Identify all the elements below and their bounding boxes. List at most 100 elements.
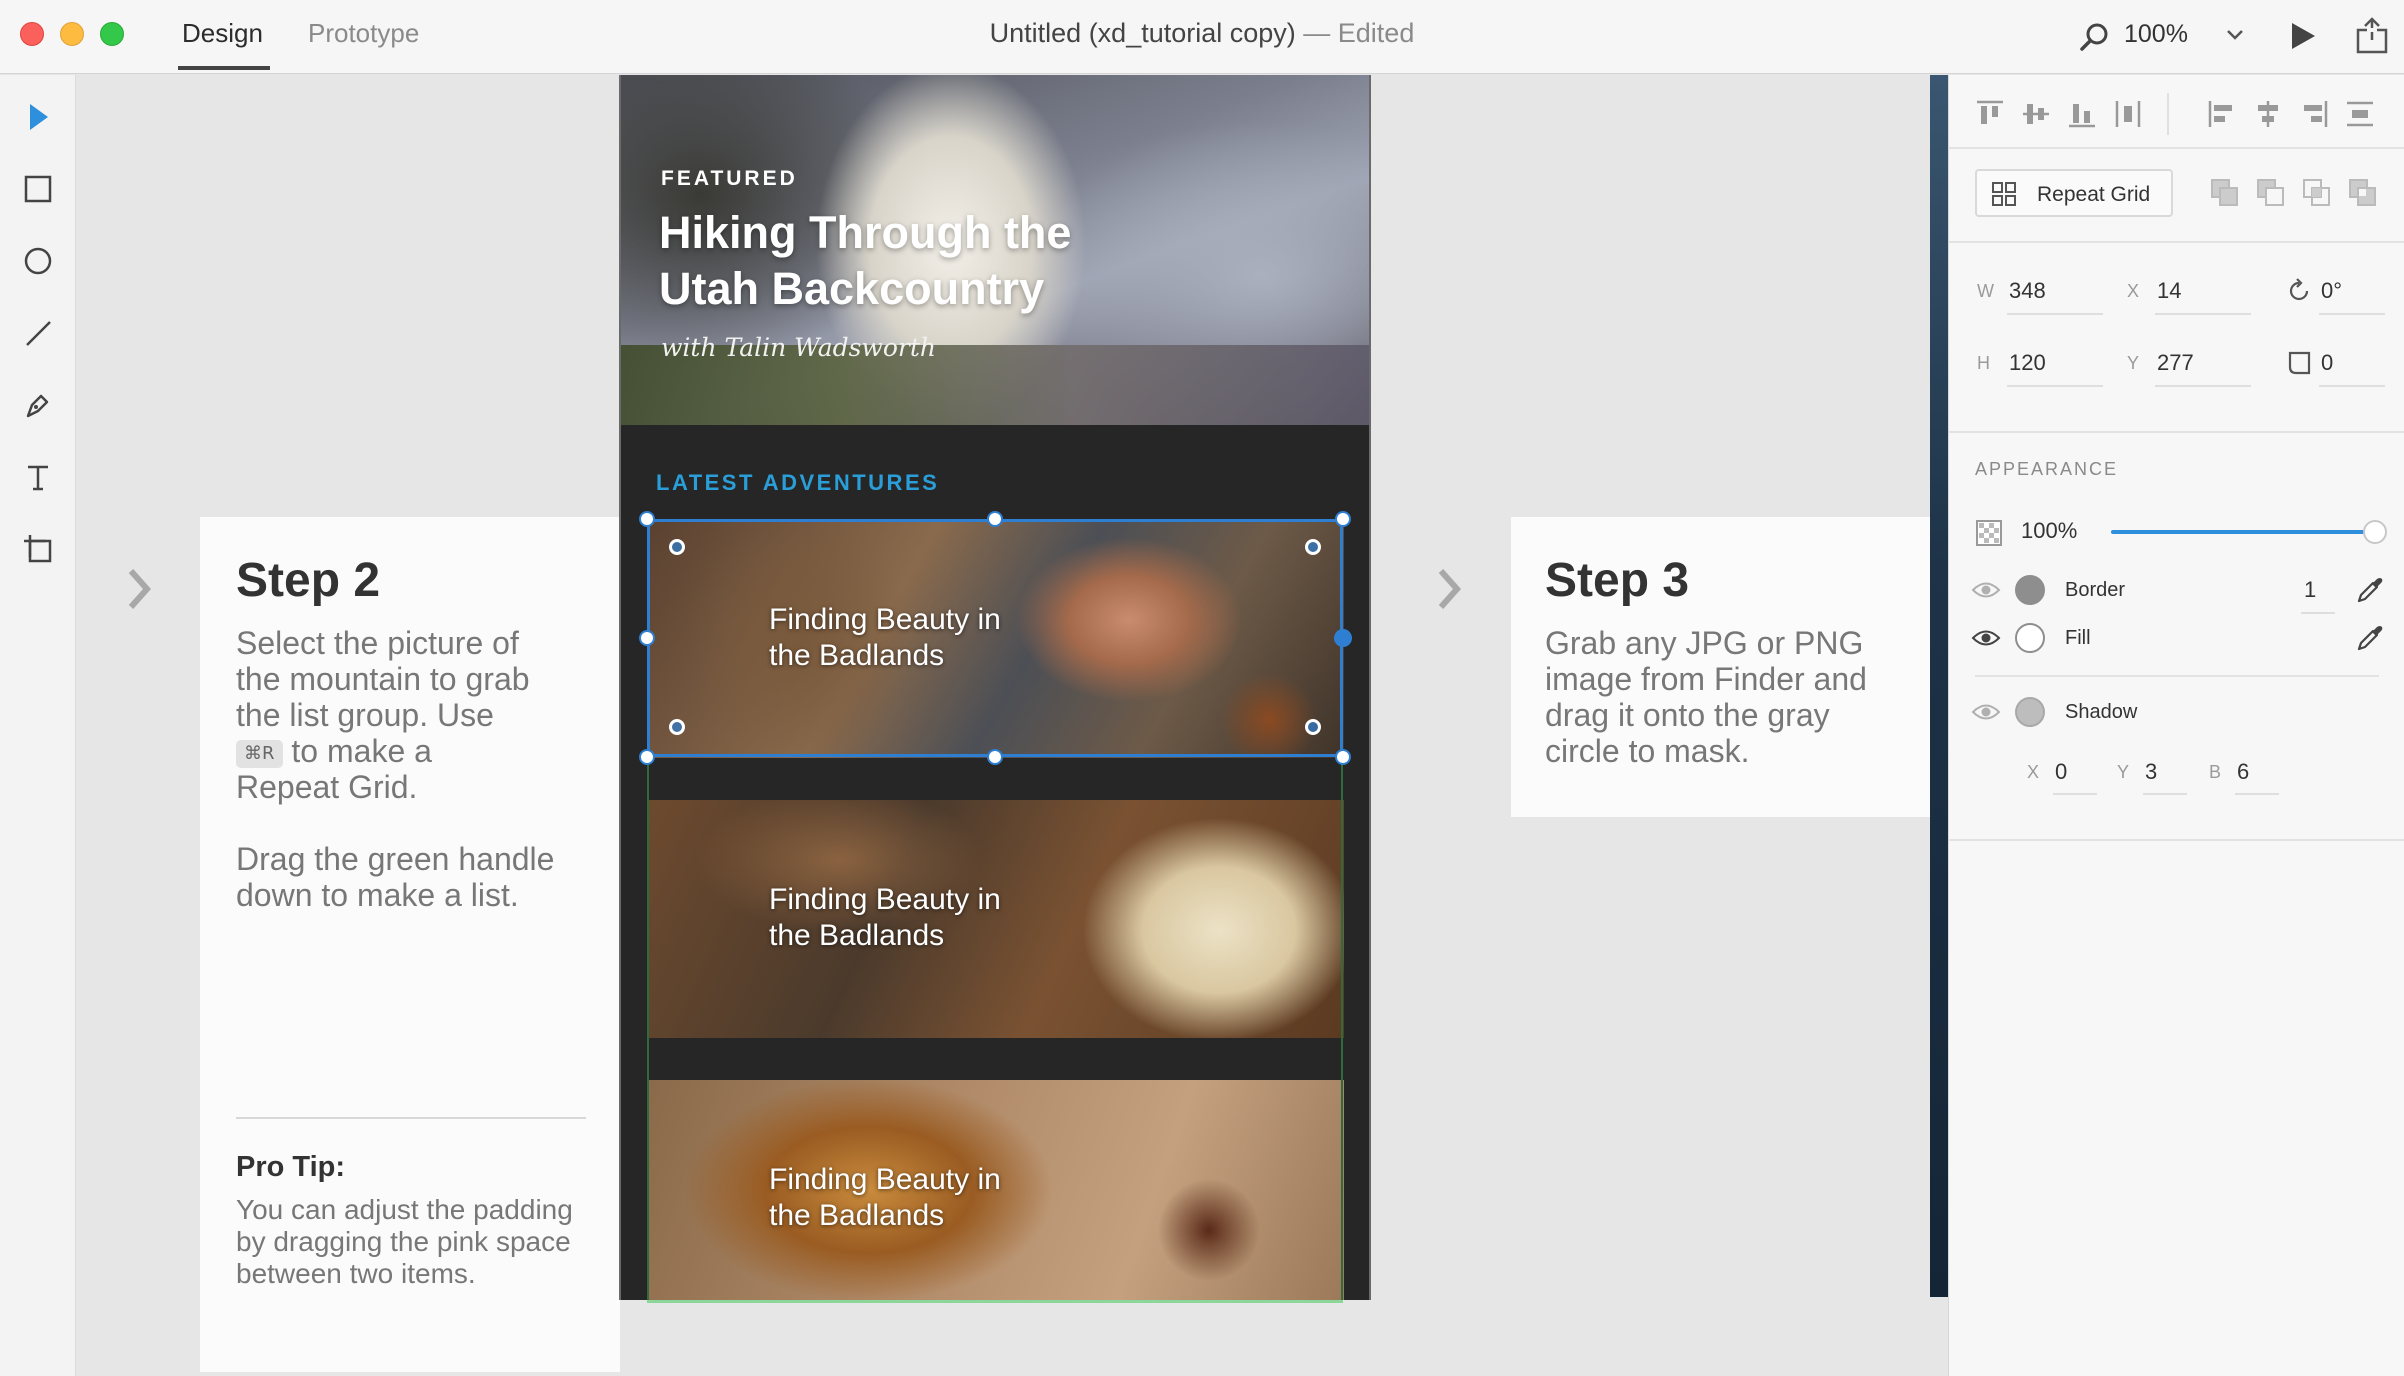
tool-bar xyxy=(0,75,76,1376)
featured-label: FEATURED xyxy=(661,167,798,190)
opacity-icon xyxy=(1976,520,2002,546)
resize-handle[interactable] xyxy=(987,749,1003,765)
corner-radius-icon xyxy=(2288,351,2311,375)
border-width-field[interactable]: 1 xyxy=(2304,577,2316,603)
eyedropper-icon[interactable] xyxy=(2355,575,2385,605)
resize-handle[interactable] xyxy=(639,511,655,527)
step2-card: Step 2 Select the picture of the mountai… xyxy=(200,517,620,1372)
field-underline xyxy=(2155,313,2251,315)
height-label: H xyxy=(1977,353,1990,373)
height-field[interactable]: 120 xyxy=(2009,350,2046,376)
pro-tip-title: Pro Tip: xyxy=(236,1151,346,1183)
align-right-icon[interactable] xyxy=(2297,97,2331,131)
shadow-y-label: Y xyxy=(2117,762,2130,782)
document-name: Untitled (xd_tutorial copy) xyxy=(989,18,1296,48)
shortcut-key: ⌘R xyxy=(236,739,283,768)
shadow-blur-label: B xyxy=(2209,762,2222,782)
document-title: Untitled (xd_tutorial copy) — Edited xyxy=(0,18,2404,49)
rotation-field[interactable]: 0° xyxy=(2321,278,2342,304)
field-underline xyxy=(2143,793,2187,795)
align-middle-icon[interactable] xyxy=(2019,97,2053,131)
boolean-intersect-icon[interactable] xyxy=(2301,177,2333,209)
x-label: X xyxy=(2127,281,2140,301)
eye-icon[interactable] xyxy=(1971,627,2001,649)
zoom-level[interactable]: 100% xyxy=(2124,20,2188,49)
resize-handle[interactable] xyxy=(639,630,655,646)
boolean-exclude-icon[interactable] xyxy=(2347,177,2379,209)
select-tool[interactable] xyxy=(20,99,56,135)
step2-line: Select the picture of xyxy=(236,625,519,661)
pen-tool[interactable] xyxy=(20,387,56,423)
distribute-vertical-icon[interactable] xyxy=(2343,97,2377,131)
eye-icon[interactable] xyxy=(1971,579,2001,601)
boolean-subtract-icon[interactable] xyxy=(2255,177,2287,209)
arrow-pointer-icon xyxy=(30,104,48,130)
chevron-down-icon[interactable] xyxy=(2222,22,2248,48)
pro-tip-body: You can adjust the padding by dragging t… xyxy=(236,1194,573,1289)
corner-radius-handle[interactable] xyxy=(669,539,685,555)
panel-divider xyxy=(1975,675,2379,677)
hero-image[interactable]: FEATURED Hiking Through the Utah Backcou… xyxy=(621,75,1369,425)
canvas[interactable]: Step 2 Select the picture of the mountai… xyxy=(77,75,1953,1376)
chevron-right-icon xyxy=(1438,569,1462,609)
opacity-slider-thumb[interactable] xyxy=(2363,520,2387,544)
field-underline xyxy=(2155,385,2251,387)
align-bottom-icon[interactable] xyxy=(2065,97,2099,131)
border-color-swatch[interactable] xyxy=(2015,575,2045,605)
line-tool[interactable] xyxy=(20,315,56,351)
rectangle-tool[interactable] xyxy=(20,171,56,207)
align-left-icon[interactable] xyxy=(2205,97,2239,131)
step2-title: Step 2 xyxy=(236,554,381,607)
resize-handle[interactable] xyxy=(987,511,1003,527)
corner-radius-field[interactable]: 0 xyxy=(2321,350,2333,376)
align-center-icon[interactable] xyxy=(2251,97,2285,131)
fill-color-swatch[interactable] xyxy=(2015,623,2045,653)
y-label: Y xyxy=(2127,353,2140,373)
x-field[interactable]: 14 xyxy=(2157,278,2181,304)
boolean-add-icon[interactable] xyxy=(2209,177,2241,209)
share-icon[interactable] xyxy=(2354,16,2390,54)
y-field[interactable]: 277 xyxy=(2157,350,2194,376)
field-underline xyxy=(2007,313,2103,315)
selection-box[interactable] xyxy=(647,519,1343,757)
step3-title: Step 3 xyxy=(1545,554,1690,607)
repeat-grid-button[interactable]: Repeat Grid xyxy=(1975,169,2173,217)
distribute-horizontal-icon[interactable] xyxy=(2111,97,2145,131)
shadow-color-swatch[interactable] xyxy=(2015,697,2045,727)
width-field[interactable]: 348 xyxy=(2009,278,2046,304)
hero-subtitle: with Talin Wadsworth xyxy=(661,333,936,362)
step2-line: Drag the green handle xyxy=(236,841,555,877)
play-icon[interactable] xyxy=(2286,20,2318,52)
resize-handle[interactable] xyxy=(1335,749,1351,765)
text-icon xyxy=(28,465,48,491)
shadow-blur-field[interactable]: 6 xyxy=(2237,759,2249,785)
eye-icon[interactable] xyxy=(1971,701,2001,723)
corner-radius-handle[interactable] xyxy=(1305,719,1321,735)
resize-handle[interactable] xyxy=(1334,629,1352,647)
shadow-y-field[interactable]: 3 xyxy=(2145,759,2157,785)
shadow-x-field[interactable]: 0 xyxy=(2055,759,2067,785)
field-underline xyxy=(2319,313,2385,315)
field-underline xyxy=(2301,612,2335,614)
resize-handle[interactable] xyxy=(639,749,655,765)
text-tool[interactable] xyxy=(20,459,56,495)
step3-instructions: Grab any JPG or PNG image from Finder an… xyxy=(1545,625,1867,769)
panel-divider xyxy=(1949,839,2404,841)
opacity-value[interactable]: 100% xyxy=(2021,518,2077,544)
title-bar: Design Prototype Untitled (xd_tutorial c… xyxy=(0,0,2404,74)
corner-radius-handle[interactable] xyxy=(1305,539,1321,555)
fill-label: Fill xyxy=(2065,627,2091,649)
resize-handle[interactable] xyxy=(1335,511,1351,527)
ellipse-tool[interactable] xyxy=(20,243,56,279)
opacity-slider-track[interactable] xyxy=(2111,530,2375,534)
search-icon[interactable] xyxy=(2078,20,2112,54)
border-label: Border xyxy=(2065,579,2126,601)
panel-divider xyxy=(1949,147,2404,149)
property-inspector: Repeat Grid W 348 X 14 0° H 120 Y 277 0 … xyxy=(1948,75,2404,1376)
repeat-grid-handle[interactable] xyxy=(647,1300,1343,1303)
panel-edge xyxy=(1930,75,1948,1297)
align-top-icon[interactable] xyxy=(1973,97,2007,131)
eyedropper-icon[interactable] xyxy=(2355,623,2385,653)
artboard-tool[interactable] xyxy=(20,531,56,567)
corner-radius-handle[interactable] xyxy=(669,719,685,735)
